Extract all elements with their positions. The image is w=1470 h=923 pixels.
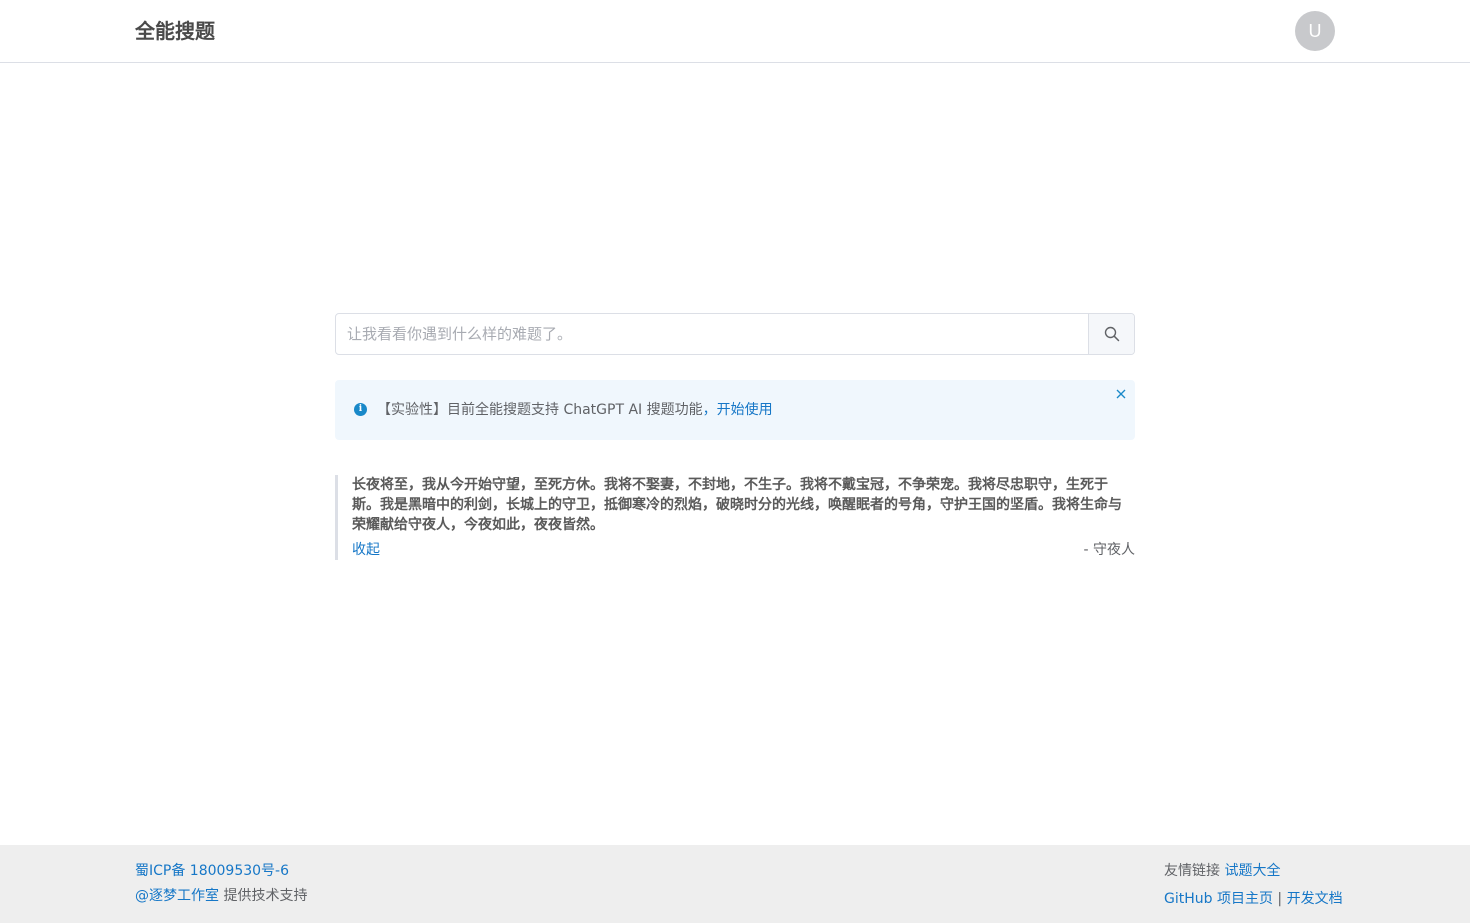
top-navbar: 全能搜题 U <box>0 0 1470 63</box>
close-icon[interactable] <box>1115 388 1127 400</box>
quote-text: 长夜将至，我从今开始守望，至死方休。我将不娶妻，不封地，不生子。我将不戴宝冠，不… <box>352 477 1122 533</box>
search-input[interactable] <box>336 314 1089 354</box>
tech-support: @逐梦工作室 提供技术支持 <box>135 887 307 905</box>
studio-link[interactable]: @逐梦工作室 <box>135 888 219 904</box>
search-icon <box>1104 326 1119 342</box>
friends-links: 友情链接 试题大全 <box>1164 862 1280 880</box>
alert-message: 【实验性】目前全能搜题支持 ChatGPT AI 搜题功能，开始使用 <box>377 401 773 419</box>
alert-separator: ， <box>702 402 717 418</box>
search-button[interactable] <box>1088 314 1134 354</box>
friends-link-question-bank[interactable]: 试题大全 <box>1224 863 1280 879</box>
info-alert: i 【实验性】目前全能搜题支持 ChatGPT AI 搜题功能，开始使用 <box>335 380 1135 440</box>
docs-link[interactable]: 开发文档 <box>1287 891 1343 907</box>
quote-author: - 守夜人 <box>1083 542 1135 558</box>
alert-text: 【实验性】目前全能搜题支持 ChatGPT AI 搜题功能 <box>377 402 703 418</box>
user-avatar[interactable]: U <box>1295 11 1335 51</box>
icp-link[interactable]: 蜀ICP备 18009530号-6 <box>135 863 289 879</box>
page-footer: 蜀ICP备 18009530号-6 @逐梦工作室 提供技术支持 友情链接 试题大… <box>0 845 1470 923</box>
github-link[interactable]: GitHub 项目主页 <box>1164 891 1273 907</box>
studio-suffix: 提供技术支持 <box>219 888 308 904</box>
search-bar <box>335 313 1135 355</box>
quote-block: 长夜将至，我从今开始守望，至死方休。我将不娶妻，不封地，不生子。我将不戴宝冠，不… <box>335 475 1135 560</box>
brand-title[interactable]: 全能搜题 <box>135 18 215 44</box>
start-using-link[interactable]: 开始使用 <box>717 402 773 418</box>
collapse-link[interactable]: 收起 <box>352 541 380 559</box>
info-icon: i <box>354 403 367 416</box>
friends-label: 友情链接 <box>1164 863 1220 879</box>
project-links: GitHub 项目主页 | 开发文档 <box>1164 890 1343 908</box>
link-divider: | <box>1277 891 1283 907</box>
